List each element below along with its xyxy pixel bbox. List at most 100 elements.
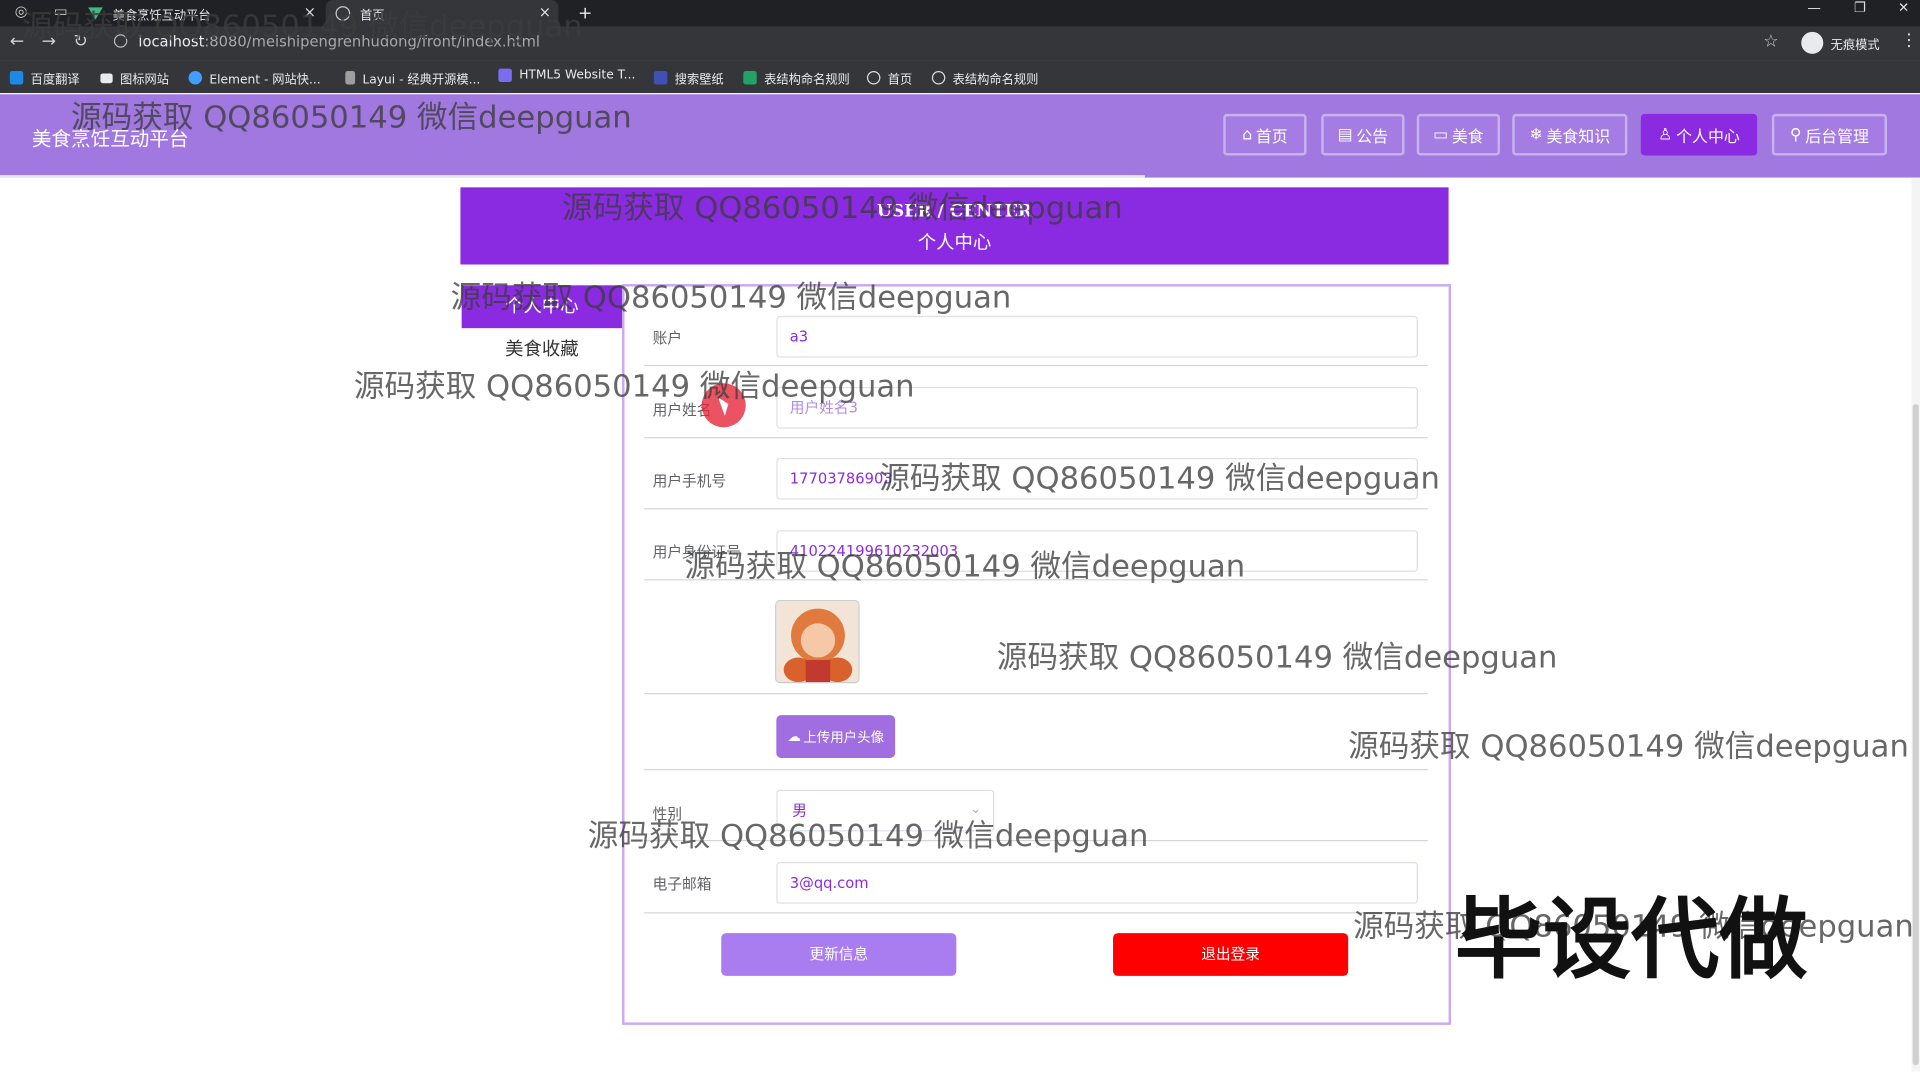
food-icon: ▭ <box>1433 125 1449 144</box>
nav-user-center-button[interactable]: ♙ 个人中心 <box>1640 113 1758 156</box>
notice-icon: ▤ <box>1337 125 1353 144</box>
tab-title: 美食烹饪互动平台 <box>112 9 211 23</box>
sidebar-item-food-favorites[interactable]: 美食收藏 <box>462 328 622 371</box>
row-divider <box>644 437 1428 439</box>
row-divider <box>644 508 1428 510</box>
bookmark-item[interactable]: 表结构命名规则 <box>931 69 1039 87</box>
idcard-label: 用户身份证号 <box>652 543 741 561</box>
site-info-icon[interactable] <box>113 34 128 48</box>
gender-value: 男 <box>792 802 807 820</box>
browser-app-icon[interactable]: ◎ <box>15 2 28 19</box>
scrollbar-thumb[interactable] <box>1912 404 1919 1066</box>
bookmark-item[interactable]: 首页 <box>866 69 913 87</box>
upload-label: 上传用户头像 <box>803 729 885 746</box>
nav-label: 首页 <box>1255 127 1288 147</box>
gender-label: 性别 <box>652 805 683 823</box>
incognito-icon <box>1801 31 1824 54</box>
name-field[interactable] <box>776 386 1418 429</box>
phone-label: 用户手机号 <box>652 472 727 490</box>
nav-label: 公告 <box>1356 127 1389 147</box>
window-icon[interactable]: ▭ <box>54 2 68 19</box>
html5-icon <box>498 68 512 83</box>
globe-icon <box>335 6 351 21</box>
bookmark-label: Element - 网站快... <box>209 73 321 87</box>
bookmark-label: 表结构命名规则 <box>952 73 1039 87</box>
nav-admin-button[interactable]: ⚲ 后台管理 <box>1771 113 1887 156</box>
bookmark-item[interactable]: 图标网站 <box>100 69 169 87</box>
browser-tab-home[interactable]: 首页 × <box>325 0 559 27</box>
bookmark-item[interactable]: Layui - 经典开源模... <box>345 69 480 87</box>
bookmark-label: 首页 <box>887 73 913 87</box>
banner-title-en: USER / CENTER <box>876 202 1033 222</box>
address-bar[interactable]: localhost:8080/meishipengrenhudong/front… <box>138 33 540 50</box>
row-divider <box>644 840 1428 842</box>
account-field[interactable] <box>776 315 1418 358</box>
chevron-down-icon: ⌄ <box>970 803 981 817</box>
home-icon: ⌂ <box>1242 125 1253 144</box>
nav-label: 后台管理 <box>1805 127 1869 147</box>
sidebar-item-user-center[interactable]: 个人中心 <box>461 285 623 329</box>
idcard-field[interactable] <box>776 530 1418 572</box>
page-banner: USER / CENTER 个人中心 <box>460 187 1449 265</box>
nav-label: 美食 <box>1451 127 1484 147</box>
email-label: 电子邮箱 <box>652 875 712 893</box>
close-icon[interactable]: × <box>304 4 316 21</box>
url-host: localhost <box>138 33 205 51</box>
globe-icon <box>866 71 881 85</box>
logout-button[interactable]: 退出登录 <box>1113 933 1349 976</box>
back-icon[interactable]: ← <box>10 32 24 52</box>
new-tab-button[interactable]: + <box>578 0 592 27</box>
browser-menu-icon[interactable]: ⋮ <box>1900 31 1917 51</box>
browser-tabstrip: ◎ ▭ 美食烹饪互动平台 × 首页 × + — ❐ ✕ <box>0 0 1920 27</box>
bookmark-label: 表结构命名规则 <box>764 73 850 87</box>
translate-icon <box>9 71 24 85</box>
sheet-icon <box>743 71 757 85</box>
row-divider <box>644 364 1428 367</box>
bookmark-label: 百度翻译 <box>30 73 80 87</box>
bookmark-label: 搜索壁纸 <box>674 73 724 87</box>
nav-notice-button[interactable]: ▤ 公告 <box>1321 113 1405 156</box>
bookmark-item[interactable]: HTML5 Website T... <box>498 68 635 83</box>
row-divider <box>644 693 1428 695</box>
nav-knowledge-button[interactable]: ❄ 美食知识 <box>1512 113 1628 156</box>
restore-icon[interactable]: ❐ <box>1854 0 1866 16</box>
element-icon <box>188 71 203 85</box>
vue-icon <box>88 7 103 20</box>
close-icon[interactable]: × <box>539 4 551 21</box>
wallpaper-icon <box>653 71 668 85</box>
window-close-icon[interactable]: ✕ <box>1898 0 1909 16</box>
phone-field[interactable] <box>776 457 1418 500</box>
banner-title-zh: 个人中心 <box>917 231 992 254</box>
cloud-upload-icon: ☁ <box>787 728 801 745</box>
reload-icon[interactable]: ↻ <box>73 32 87 52</box>
gender-select[interactable]: 男 ⌄ <box>776 789 995 832</box>
bookmark-item[interactable]: 百度翻译 <box>9 69 80 87</box>
minimize-icon[interactable]: — <box>1807 0 1820 16</box>
bookmark-item[interactable]: Element - 网站快... <box>188 69 321 87</box>
bookmark-star-icon[interactable]: ☆ <box>1763 32 1778 52</box>
user-icon: ♙ <box>1658 125 1673 144</box>
incognito-indicator[interactable]: 无痕模式 <box>1801 31 1880 54</box>
header-divider <box>0 175 1145 178</box>
site-brand[interactable]: 美食烹饪互动平台 <box>32 122 189 151</box>
avatar[interactable] <box>775 600 860 684</box>
url-path: :8080/meishipengrenhudong/front/index.ht… <box>204 33 540 51</box>
badge-watermark: 毕设代做 <box>1454 887 1808 991</box>
row-divider <box>644 579 1428 581</box>
nav-food-button[interactable]: ▭ 美食 <box>1416 113 1501 156</box>
bookmark-item[interactable]: 表结构命名规则 <box>743 69 850 87</box>
browser-tab-platform[interactable]: 美食烹饪互动平台 × <box>88 0 316 27</box>
browser-toolbar: ← → ↻ localhost:8080/meishipengrenhudong… <box>0 26 1920 61</box>
upload-avatar-button[interactable]: ☁ 上传用户头像 <box>776 715 896 758</box>
email-field[interactable] <box>776 862 1418 904</box>
flag-icon <box>100 72 113 83</box>
forward-icon[interactable]: → <box>42 32 56 52</box>
bookmarks-bar: 百度翻译 图标网站 Element - 网站快... Layui - 经典开源模… <box>0 60 1920 94</box>
row-divider <box>644 912 1428 914</box>
nav-home-button[interactable]: ⌂ 首页 <box>1223 113 1307 156</box>
incognito-label: 无痕模式 <box>1830 38 1880 53</box>
update-info-button[interactable]: 更新信息 <box>721 933 957 976</box>
layui-icon <box>345 71 356 85</box>
site-header: 美食烹饪互动平台 ⌂ 首页 ▤ 公告 ▭ 美食 ❄ 美食知识 ♙ 个人中心 ⚲ 后台管理 <box>0 94 1920 178</box>
bookmark-item[interactable]: 搜索壁纸 <box>653 69 724 87</box>
